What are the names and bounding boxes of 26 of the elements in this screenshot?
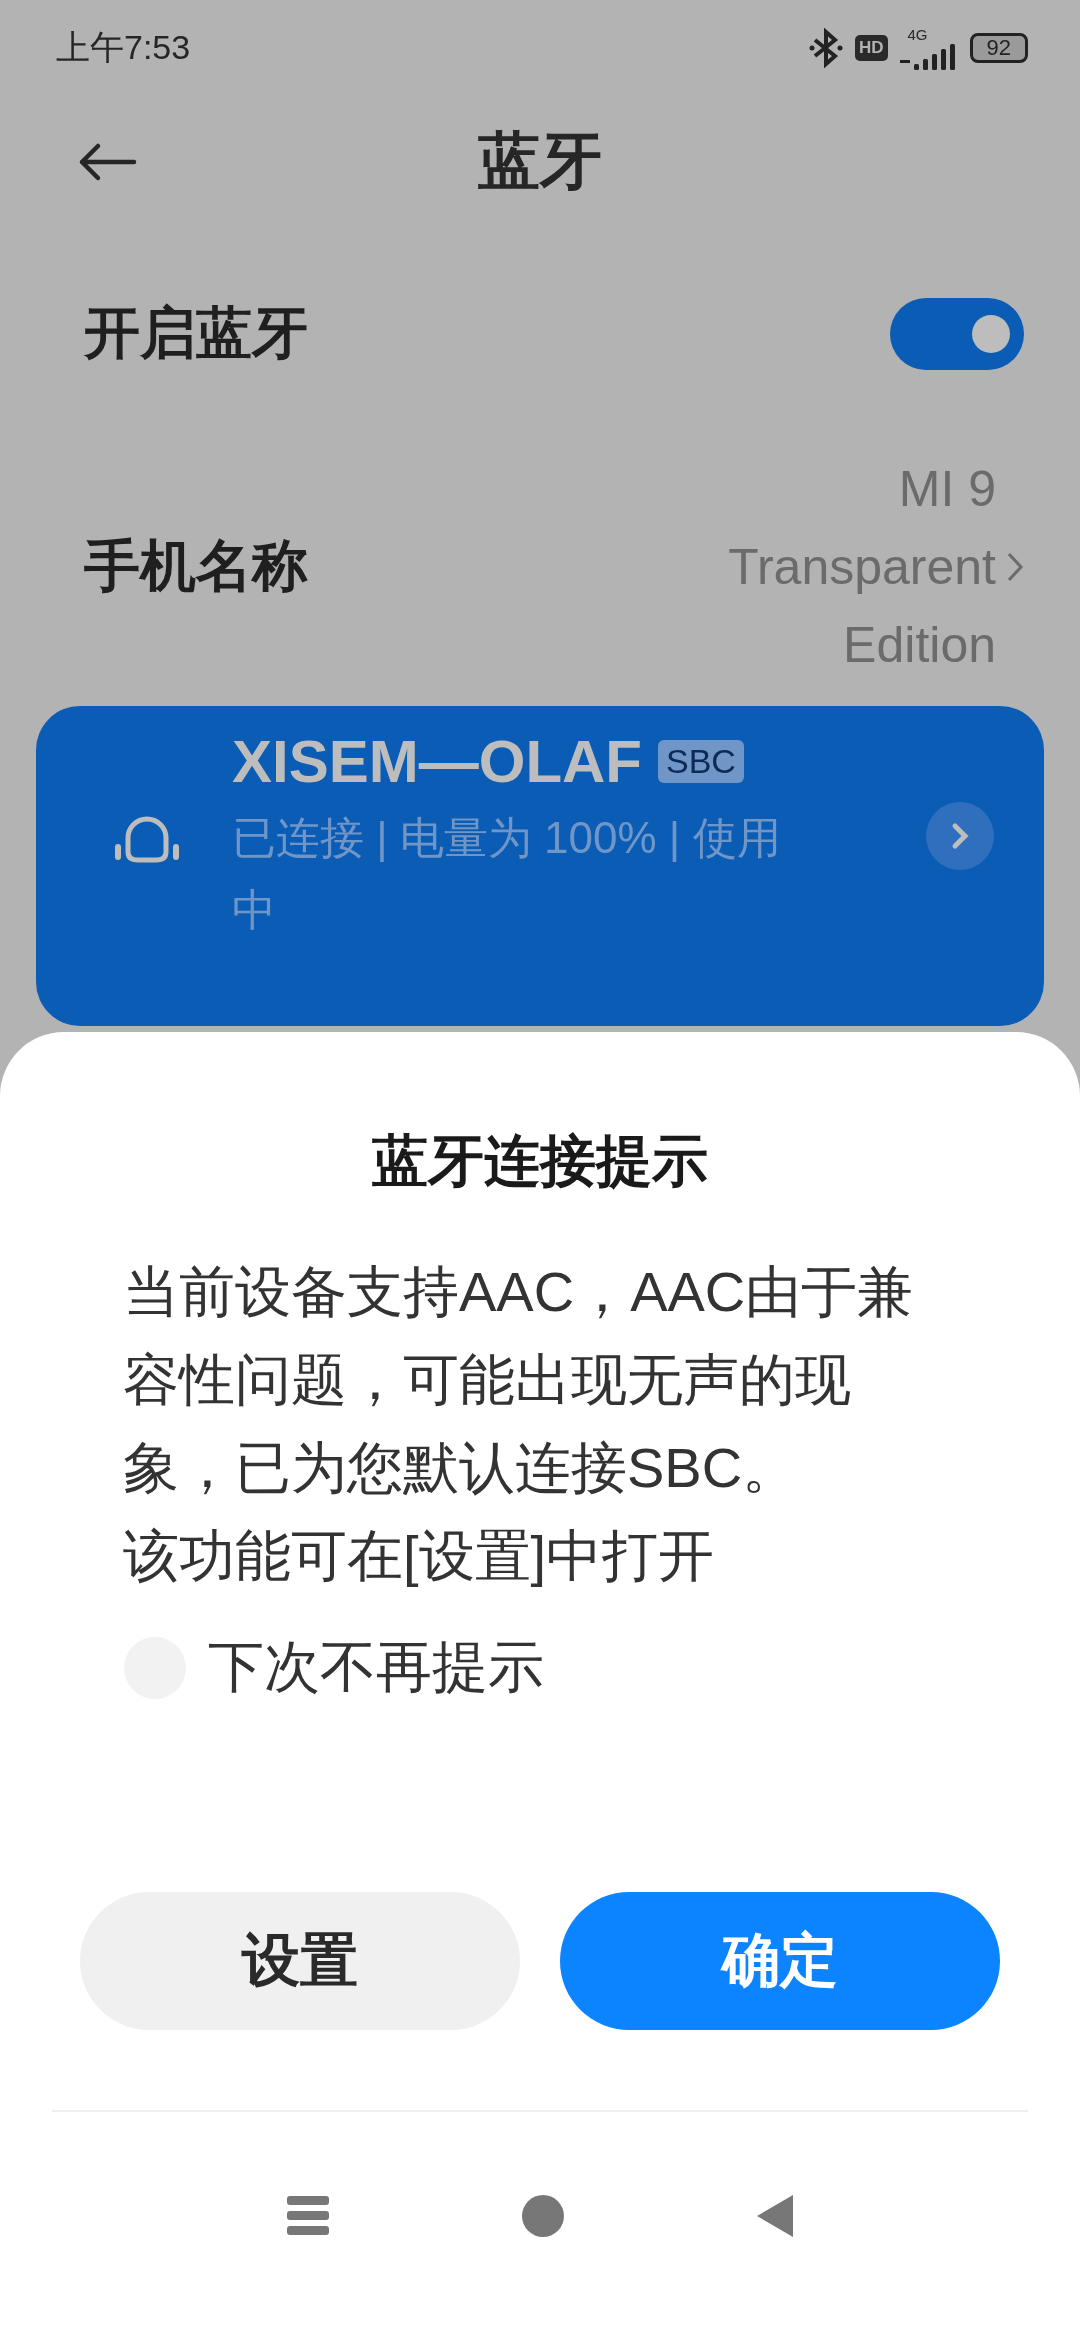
setting-label: 手机名称 bbox=[84, 533, 308, 599]
dialog-message: 该功能可在[设置]中打开 bbox=[123, 1523, 716, 1589]
status-time: 上午7:53 bbox=[56, 27, 191, 68]
network-type: 4G bbox=[907, 26, 928, 42]
device-name: XISEM—OLAF bbox=[232, 726, 642, 796]
chevron-right-icon[interactable] bbox=[1006, 551, 1024, 583]
dialog-message: 当前设备支持AAC，AAC由于兼容性问题，可能出现无声的现象，已为您默认连接SBC。 bbox=[123, 1259, 915, 1501]
chevron-right-icon[interactable] bbox=[926, 802, 994, 870]
checkbox-label[interactable]: 下次不再提示 bbox=[208, 1630, 544, 1706]
device-status: 已连接 | 电量为 100% | 使用中 bbox=[232, 811, 782, 936]
setting-label: 开启蓝牙 bbox=[84, 300, 308, 366]
home-icon[interactable] bbox=[522, 2195, 564, 2237]
codec-badge: SBC bbox=[658, 739, 744, 783]
dialog-title: 蓝牙连接提示 bbox=[371, 1128, 709, 1194]
device-card[interactable]: XISEM—OLAF SBC 已连接 | 电量为 100% | 使用中 bbox=[36, 706, 1044, 1026]
back-icon[interactable] bbox=[757, 2195, 794, 2237]
battery-level: 92 bbox=[969, 33, 1028, 63]
confirm-button[interactable]: 确定 bbox=[560, 1892, 1000, 2030]
hd-badge: HD bbox=[854, 35, 888, 61]
menu-icon[interactable] bbox=[286, 2196, 329, 2236]
settings-button[interactable]: 设置 bbox=[80, 1892, 520, 2030]
signal-icon bbox=[899, 41, 958, 70]
page-title: 蓝牙 bbox=[478, 125, 602, 197]
phone-name-value: MI 9 Transparent Edition bbox=[727, 460, 996, 675]
bluetooth-icon bbox=[808, 28, 843, 68]
back-arrow-icon[interactable] bbox=[78, 142, 138, 182]
